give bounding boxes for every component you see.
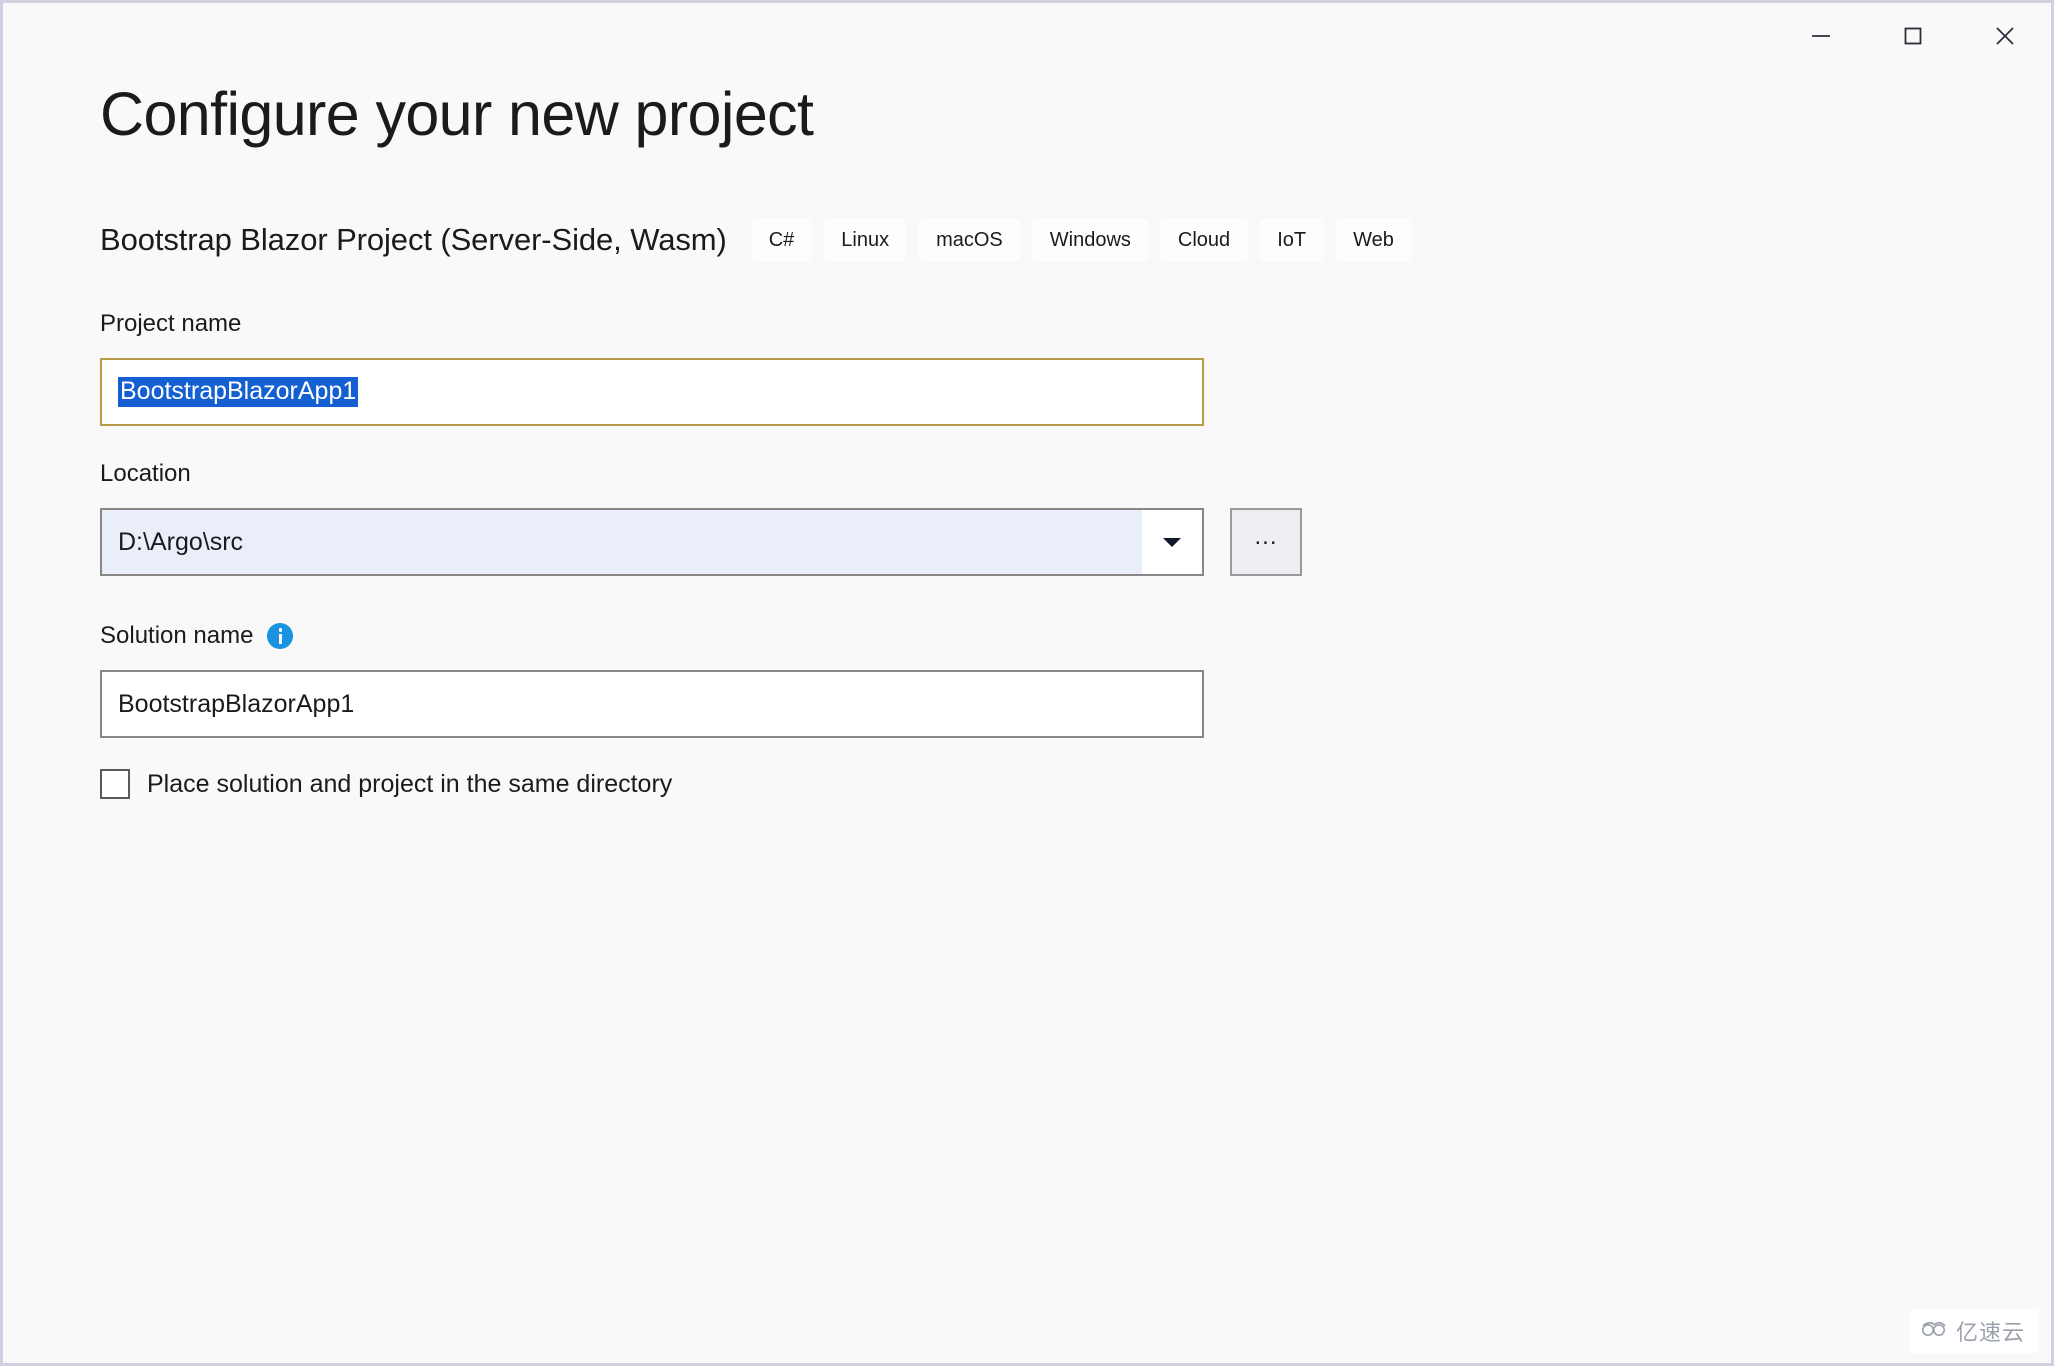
tag-iot: IoT [1259, 218, 1325, 262]
watermark-text: 亿速云 [1955, 1321, 2025, 1346]
tag-windows: Windows [1031, 218, 1149, 262]
location-browse-button[interactable]: ... [1230, 508, 1302, 576]
project-name-value: BootstrapBlazorApp1 [118, 377, 359, 407]
solution-name-value: BootstrapBlazorApp1 [118, 689, 355, 718]
browse-button-label: ... [1254, 523, 1278, 550]
location-combobox[interactable]: D:\Argo\src [100, 508, 1204, 576]
tag-web: Web [1335, 218, 1412, 262]
template-name: Bootstrap Blazor Project (Server-Side, W… [100, 222, 727, 257]
tag-csharp: C# [750, 218, 813, 262]
template-tag-list: C# Linux macOS Windows Cloud IoT Web [750, 218, 1423, 262]
same-directory-checkbox-row[interactable]: Place solution and project in the same d… [100, 769, 672, 799]
tag-linux: Linux [823, 218, 908, 262]
tag-macos: macOS [918, 218, 1021, 262]
minimize-icon [1808, 23, 1834, 49]
watermark: 亿速云 [1909, 1309, 2039, 1353]
cloud-icon [1920, 1319, 1950, 1344]
project-name-input[interactable]: BootstrapBlazorApp1 [100, 358, 1204, 426]
maximize-button[interactable] [1867, 3, 1959, 69]
configure-project-dialog: Configure your new project Bootstrap Bla… [0, 0, 2054, 1366]
solution-name-label-row: Solution name [100, 622, 294, 650]
maximize-icon [1900, 23, 1926, 49]
info-icon[interactable] [267, 623, 294, 649]
solution-name-input[interactable]: BootstrapBlazorApp1 [100, 670, 1204, 738]
chevron-down-icon [1163, 537, 1181, 547]
close-icon [1991, 22, 2019, 50]
same-directory-checkbox[interactable] [100, 769, 130, 799]
template-summary-row: Bootstrap Blazor Project (Server-Side, W… [100, 216, 1423, 264]
location-dropdown-toggle[interactable] [1142, 510, 1202, 574]
close-button[interactable] [1959, 3, 2051, 69]
same-directory-label: Place solution and project in the same d… [147, 769, 673, 798]
project-name-label: Project name [100, 310, 242, 337]
solution-name-label: Solution name [100, 622, 254, 649]
location-value: D:\Argo\src [118, 527, 244, 556]
tag-cloud: Cloud [1159, 218, 1249, 262]
location-label: Location [100, 460, 191, 487]
window-titlebar [1775, 3, 2051, 75]
minimize-button[interactable] [1775, 3, 1867, 69]
page-title: Configure your new project [100, 80, 814, 148]
